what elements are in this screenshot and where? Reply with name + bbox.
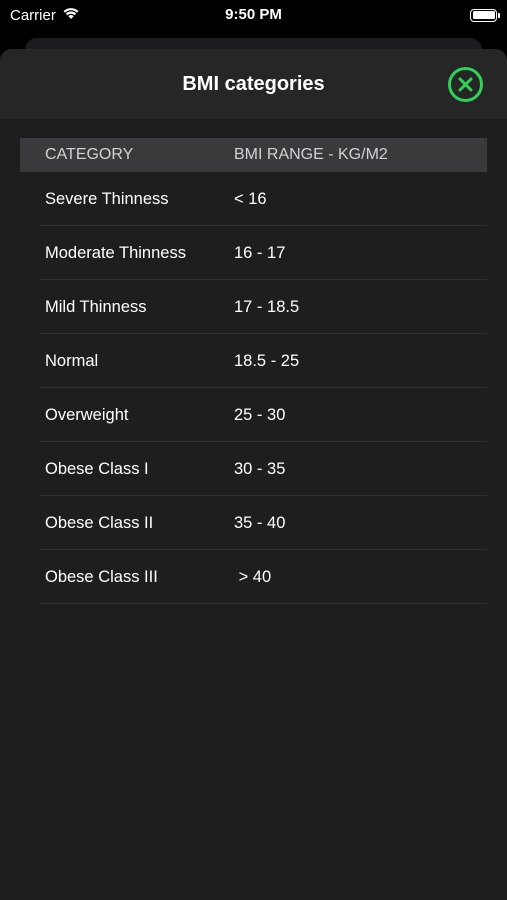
battery-icon: [470, 8, 500, 22]
table-row: Severe Thinness < 16: [20, 172, 487, 226]
row-category: Obese Class II: [45, 513, 154, 532]
bmi-categories-sheet: BMI categories CATEGORY BMI RANGE - KG/M…: [0, 49, 507, 900]
table-row: Mild Thinness 17 - 18.5: [20, 280, 487, 334]
table-row: Normal 18.5 - 25: [20, 334, 487, 388]
close-icon: [458, 77, 473, 92]
row-range: 16 - 17: [234, 243, 286, 262]
sheet-title: BMI categories: [182, 72, 325, 95]
row-range: 18.5 - 25: [234, 351, 300, 370]
row-range: 30 - 35: [234, 459, 286, 478]
table-row: Obese Class III > 40: [20, 550, 487, 604]
battery-level: [472, 11, 495, 19]
sheet-header: BMI categories: [0, 49, 507, 119]
status-time: 9:50 PM: [225, 6, 282, 23]
row-category: Overweight: [45, 405, 129, 424]
table-row: Overweight 25 - 30: [20, 388, 487, 442]
row-category: Moderate Thinness: [45, 243, 186, 262]
header-category: CATEGORY: [45, 146, 134, 163]
row-category: Normal: [45, 351, 99, 370]
row-range: 35 - 40: [234, 513, 286, 532]
row-range: > 40: [234, 567, 272, 586]
status-bar: Carrier 9:50 PM: [0, 0, 507, 30]
row-range: 17 - 18.5: [234, 297, 300, 316]
table-header: CATEGORY BMI RANGE - KG/M2: [20, 138, 487, 172]
row-category: Mild Thinness: [45, 297, 147, 316]
table-row: Moderate Thinness 16 - 17: [20, 226, 487, 280]
close-button[interactable]: [448, 67, 483, 102]
header-bmi-range: BMI RANGE - KG/M2: [234, 146, 388, 163]
bmi-table: CATEGORY BMI RANGE - KG/M2 Severe Thinne…: [20, 138, 487, 604]
table-row: Obese Class I 30 - 35: [20, 442, 487, 496]
row-range: 25 - 30: [234, 405, 286, 424]
screen: Carrier 9:50 PM BMI categories CATEGORY …: [0, 0, 507, 900]
row-category: Obese Class I: [45, 459, 149, 478]
row-category: Obese Class III: [45, 567, 158, 586]
row-range: < 16: [234, 189, 267, 208]
row-category: Severe Thinness: [45, 189, 169, 208]
table-row: Obese Class II 35 - 40: [20, 496, 487, 550]
